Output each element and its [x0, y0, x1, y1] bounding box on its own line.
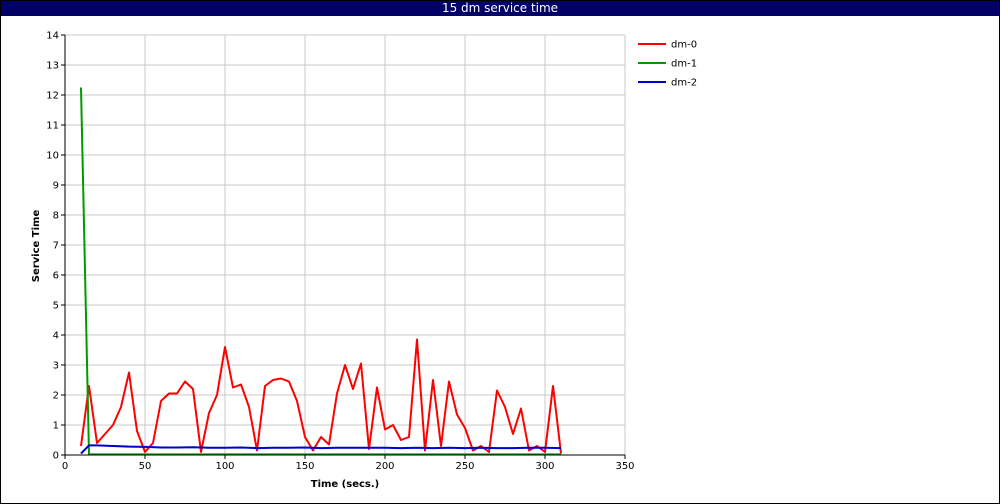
legend-label: dm-0 [671, 40, 697, 51]
x-axis-title: Time (secs.) [311, 479, 380, 490]
legend-label: dm-1 [671, 59, 697, 70]
y-tick-label: 8 [53, 211, 59, 222]
x-tick-label: 200 [375, 461, 394, 472]
chart-svg: 0 50 100 150 200 250 300 3500123456789101112131… [31, 31, 697, 491]
x-tick-label: 350 [615, 461, 634, 472]
y-tick-label: 5 [53, 301, 59, 312]
y-tick-label: 10 [46, 151, 59, 162]
y-tick-label: 4 [53, 331, 59, 342]
y-tick-label: 12 [46, 91, 59, 102]
legend: dm-0 dm-1 dm-2 [638, 40, 697, 89]
y-axis-title: Service Time [31, 210, 42, 283]
x-tick-label: 250 [455, 461, 474, 472]
y-tick-label: 6 [53, 271, 59, 282]
x-tick-label: 0 [62, 461, 68, 472]
y-tick-label: 0 [53, 451, 59, 462]
x-tick-label: 50 [139, 461, 152, 472]
y-tick-label: 13 [46, 61, 59, 72]
y-tick-label: 7 [53, 241, 59, 252]
x-tick-label: 300 [535, 461, 554, 472]
legend-label: dm-2 [671, 78, 697, 89]
y-tick-label: 11 [46, 121, 59, 132]
x-tick-label: 150 [295, 461, 314, 472]
y-tick-label: 1 [53, 421, 59, 432]
y-tick-label: 14 [46, 31, 59, 42]
y-tick-label: 9 [53, 181, 59, 192]
y-tick-label: 3 [53, 361, 59, 372]
x-tick-label: 100 [215, 461, 234, 472]
y-tick-label: 2 [53, 391, 59, 402]
